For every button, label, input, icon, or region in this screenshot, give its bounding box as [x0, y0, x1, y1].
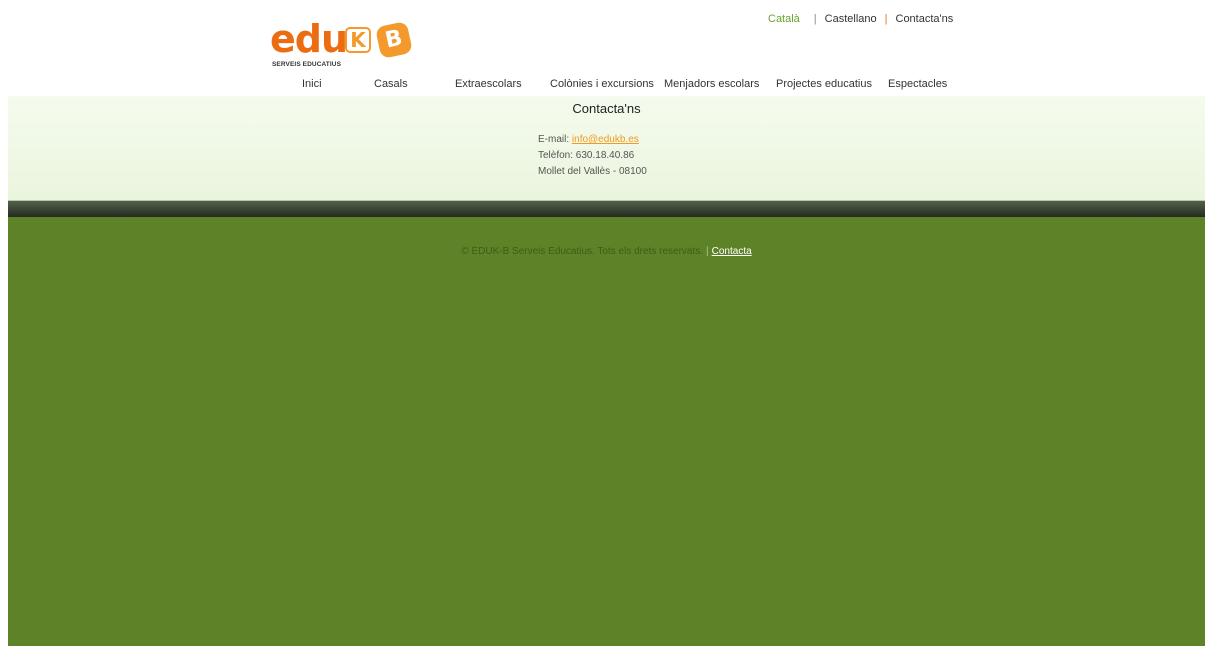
logo-tagline: SERVEIS EDUCATIUS [272, 61, 342, 68]
main-nav: Inici Casals Extraescolars Colònies i ex… [8, 78, 1205, 94]
lang-separator-orange: | [884, 13, 888, 25]
logo-word: edu [270, 17, 348, 61]
footer-copyright-line: © EDUK-B Serveis Educatius. Tots els dre… [8, 246, 1205, 257]
divider-bar [8, 200, 1205, 217]
contact-section: Contacta'ns E-mail: info@edukb.es Telèfo… [8, 96, 1205, 200]
footer: © EDUK-B Serveis Educatius. Tots els dre… [8, 217, 1205, 646]
nav-item-colonies[interactable]: Colònies i excursions [550, 78, 654, 90]
lang-separator: | [813, 13, 817, 25]
lang-castellano-link[interactable]: Castellano [825, 13, 877, 25]
email-label: E-mail: [538, 134, 572, 145]
footer-contact-link[interactable]: Contacta [712, 246, 752, 257]
copyright-text: © EDUK-B Serveis Educatius. Tots els dre… [461, 246, 704, 257]
email-link[interactable]: info@edukb.es [572, 134, 639, 145]
contact-title: Contacta'ns [572, 101, 641, 116]
lang-catala-link[interactable]: Català [768, 13, 800, 25]
nav-item-extraescolars[interactable]: Extraescolars [455, 78, 522, 90]
address-line: Mollet del Vallès - 08100 [538, 166, 647, 177]
nav-item-menjadors[interactable]: Menjadors escolars [664, 78, 759, 90]
nav-item-projectes[interactable]: Projectes educatius [776, 78, 872, 90]
logo[interactable]: edu K B SERVEIS EDUCATIUS [270, 20, 430, 74]
phone-line: Telèfon: 630.18.40.86 [538, 150, 635, 161]
page: edu K B SERVEIS EDUCATIUS Català | Castell… [8, 0, 1205, 646]
contacta-top-link[interactable]: Contacta'ns [896, 13, 954, 25]
logo-b-box: B [375, 21, 413, 59]
contact-info: E-mail: info@edukb.es Telèfon: 630.18.40… [538, 132, 647, 180]
header: edu K B SERVEIS EDUCATIUS Català | Castell… [8, 0, 1205, 96]
language-bar: Català | Castellano | Contacta'ns [768, 13, 953, 25]
nav-item-espectacles[interactable]: Espectacles [888, 78, 947, 90]
nav-item-casals[interactable]: Casals [374, 78, 408, 90]
logo-k-box: K [345, 27, 371, 53]
nav-item-inici[interactable]: Inici [302, 78, 322, 90]
footer-separator: | [706, 246, 709, 257]
email-line: E-mail: info@edukb.es [538, 132, 647, 148]
